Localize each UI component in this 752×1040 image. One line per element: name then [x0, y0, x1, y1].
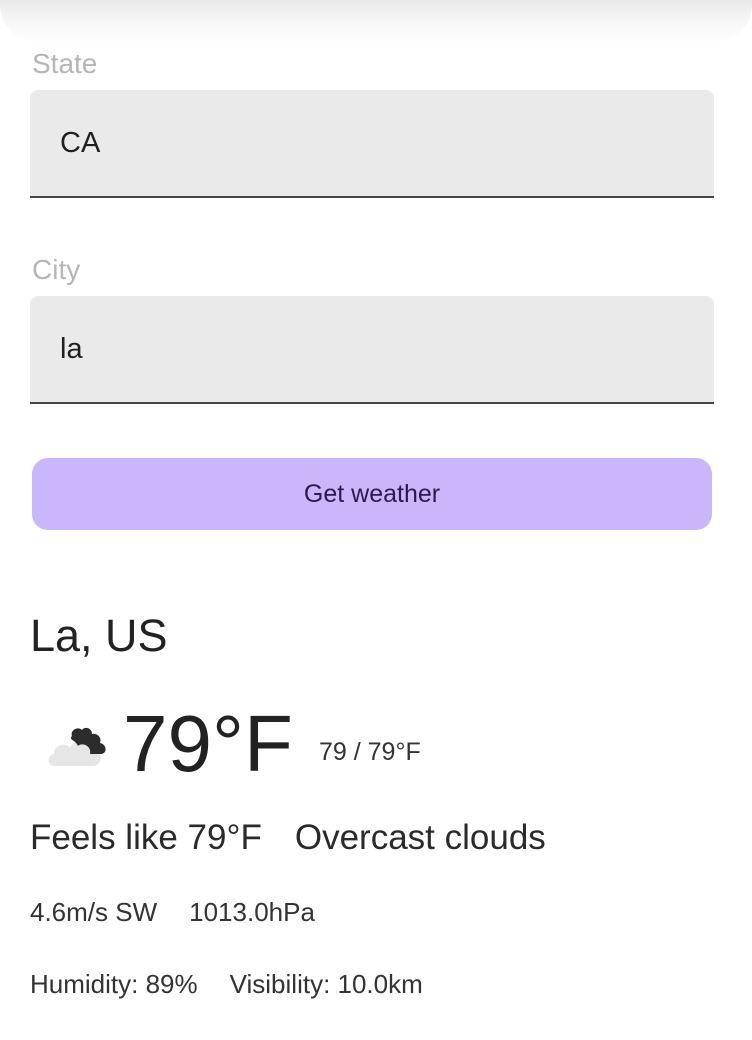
state-input[interactable] [60, 90, 680, 196]
pressure: 1013.0hPa [189, 897, 315, 927]
location-title: La, US [30, 610, 168, 661]
temperature: 79°F [123, 699, 293, 788]
get-weather-button-label: Get weather [303, 479, 441, 508]
weather-description: Overcast clouds [294, 818, 546, 857]
feels-like: Feels like 79°F [30, 818, 262, 857]
overcast-cloud-icon [48, 727, 106, 766]
state-field[interactable] [30, 90, 714, 198]
state-label: State [32, 48, 98, 79]
feels-like-row: Feels like 79°F Overcast clouds [30, 820, 546, 855]
get-weather-button[interactable]: Get weather [32, 458, 712, 530]
city-field[interactable] [30, 296, 714, 404]
wind-speed: 4.6m/s SW [30, 897, 158, 927]
top-bar-shadow [0, 0, 752, 44]
visibility: Visibility: 10.0km [229, 969, 423, 999]
min-max-temperature: 79 / 79°F [319, 738, 421, 766]
city-label: City [32, 254, 81, 285]
humidity-visibility-row: Humidity: 89% Visibility: 10.0km [30, 971, 423, 997]
wind-pressure-row: 4.6m/s SW 1013.0hPa [30, 899, 315, 925]
city-input[interactable] [60, 296, 680, 402]
humidity: Humidity: 89% [30, 969, 198, 999]
